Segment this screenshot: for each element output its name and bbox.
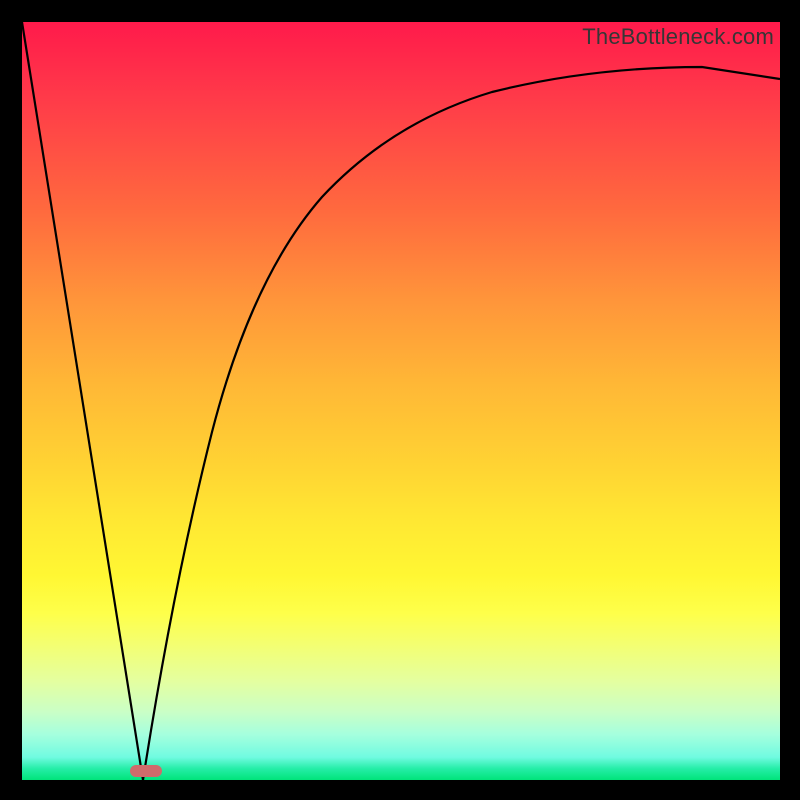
watermark-text: TheBottleneck.com	[582, 24, 774, 50]
curve-right-leg	[143, 67, 780, 780]
optimal-marker	[130, 765, 162, 777]
curve-left-leg	[22, 22, 143, 780]
bottleneck-curve	[22, 22, 780, 780]
plot-area: TheBottleneck.com	[22, 22, 780, 780]
chart-frame: TheBottleneck.com	[0, 0, 800, 800]
